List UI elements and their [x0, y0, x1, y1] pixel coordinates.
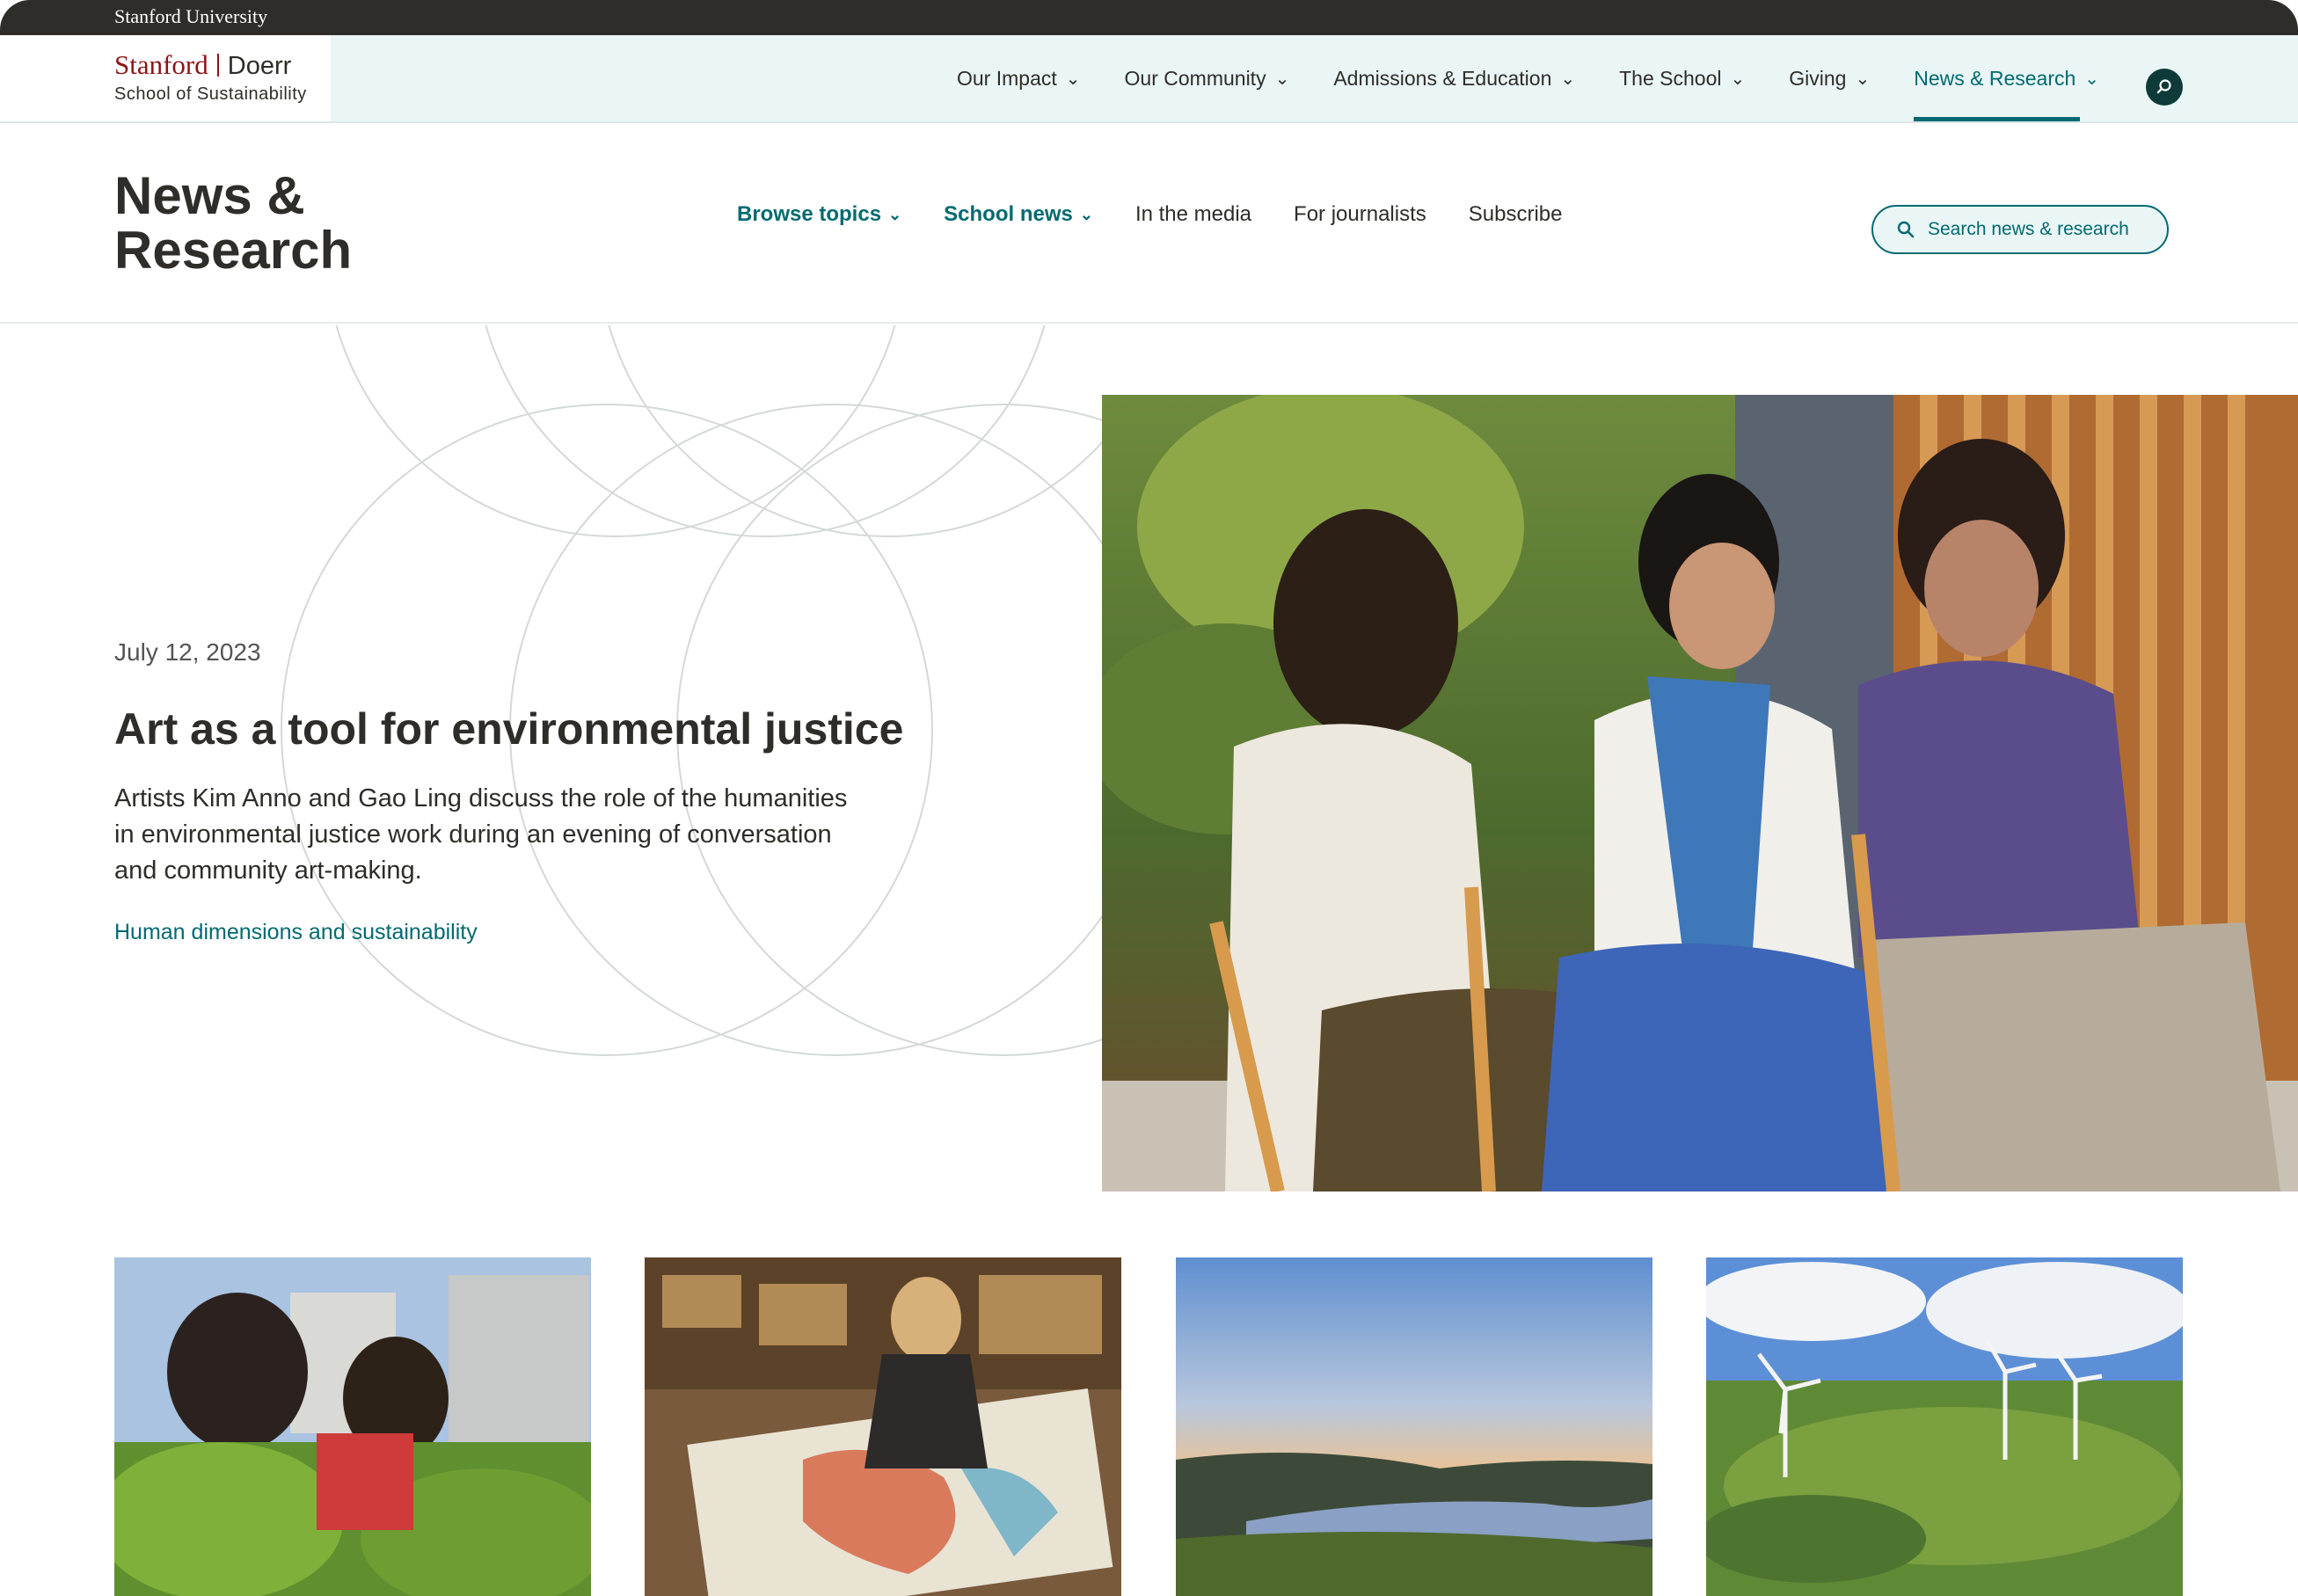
subnav-in-the-media[interactable]: In the media [1135, 202, 1251, 227]
main-nav: Our Impact ⌄ Our Community ⌄ Admissions … [957, 35, 2143, 121]
river-valley-photo [1176, 1257, 1652, 1596]
nav-our-community[interactable]: Our Community ⌄ [1125, 35, 1290, 121]
hero-topic-link[interactable]: Human dimensions and sustainability [114, 920, 478, 945]
nav-giving[interactable]: Giving ⌄ [1789, 35, 1870, 121]
page-frame: Stanford University Stanford Doerr School… [0, 0, 2298, 1596]
nav-the-school[interactable]: The School ⌄ [1619, 35, 1745, 121]
story-card-image-4[interactable] [1706, 1257, 2183, 1596]
search-icon [1897, 221, 1915, 238]
section-header: News & Research Browse topics ⌄ School n… [0, 123, 2298, 324]
global-search-button[interactable] [2146, 69, 2183, 106]
page-title: News & Research [114, 166, 353, 280]
chevron-down-icon: ⌄ [888, 205, 902, 223]
nav-label: Giving [1789, 66, 1847, 90]
subnav-label: School news [944, 202, 1073, 226]
subnav-subscribe[interactable]: Subscribe [1469, 202, 1563, 227]
story-card-image-3[interactable] [1176, 1257, 1652, 1596]
subnav-for-journalists[interactable]: For journalists [1294, 202, 1426, 227]
chevron-down-icon: ⌄ [1065, 69, 1081, 89]
story-card-image-2[interactable] [645, 1257, 1121, 1596]
logo-school-name: School of Sustainability [114, 84, 307, 104]
subnav-browse-topics[interactable]: Browse topics ⌄ [737, 202, 901, 227]
news-search-input[interactable]: Search news & research [1871, 205, 2169, 254]
stanford-top-bar: Stanford University [0, 0, 2298, 35]
decorative-circles [281, 325, 1102, 1056]
garden-photo [114, 1257, 591, 1596]
story-card-image-1[interactable] [114, 1257, 591, 1596]
school-logo[interactable]: Stanford Doerr School of Sustainability [0, 35, 331, 121]
subnav-label: Browse topics [737, 202, 882, 226]
logo-wordmark: Stanford Doerr [114, 49, 291, 81]
subnav-label: Subscribe [1468, 202, 1563, 226]
logo-stanford: Stanford [114, 49, 208, 80]
subnav-label: In the media [1134, 202, 1252, 226]
nav-label: The School [1619, 66, 1722, 90]
global-header: Stanford Doerr School of Sustainability O… [0, 35, 2298, 123]
chevron-down-icon: ⌄ [1560, 69, 1576, 89]
nav-news-research[interactable]: News & Research ⌄ [1914, 35, 2099, 121]
nav-label: News & Research [1914, 66, 2076, 90]
search-icon [2156, 79, 2171, 94]
stanford-university-link[interactable]: Stanford University [114, 5, 267, 28]
nav-admissions-education[interactable]: Admissions & Education ⌄ [1333, 35, 1575, 121]
chevron-down-icon: ⌄ [1079, 205, 1093, 223]
chevron-down-icon: ⌄ [1855, 69, 1871, 89]
hero-photo [1102, 395, 2298, 1192]
logo-doerr: Doerr [227, 52, 292, 80]
nav-label: Our Impact [957, 66, 1057, 90]
hero-date: July 12, 2023 [114, 638, 261, 666]
wind-turbine-photo [1706, 1257, 2183, 1596]
map-office-photo [645, 1257, 1121, 1596]
chevron-down-icon: ⌄ [2084, 69, 2100, 89]
subnav-school-news[interactable]: School news ⌄ [944, 202, 1093, 227]
hero-title-link[interactable]: Art as a tool for environmental justice [114, 703, 903, 754]
chevron-down-icon: ⌄ [1274, 69, 1290, 89]
search-placeholder: Search news & research [1928, 219, 2129, 239]
logo-divider [216, 54, 219, 77]
hero-image[interactable] [1102, 395, 2298, 1192]
nav-our-impact[interactable]: Our Impact ⌄ [957, 35, 1081, 121]
news-sub-nav: Browse topics ⌄ School news ⌄ In the med… [737, 202, 1604, 227]
hero-description: Artists Kim Anno and Gao Ling discuss th… [114, 784, 848, 885]
chevron-down-icon: ⌄ [1730, 69, 1746, 89]
subnav-label: For journalists [1294, 202, 1426, 226]
nav-label: Our Community [1124, 66, 1266, 90]
nav-label: Admissions & Education [1333, 66, 1552, 90]
